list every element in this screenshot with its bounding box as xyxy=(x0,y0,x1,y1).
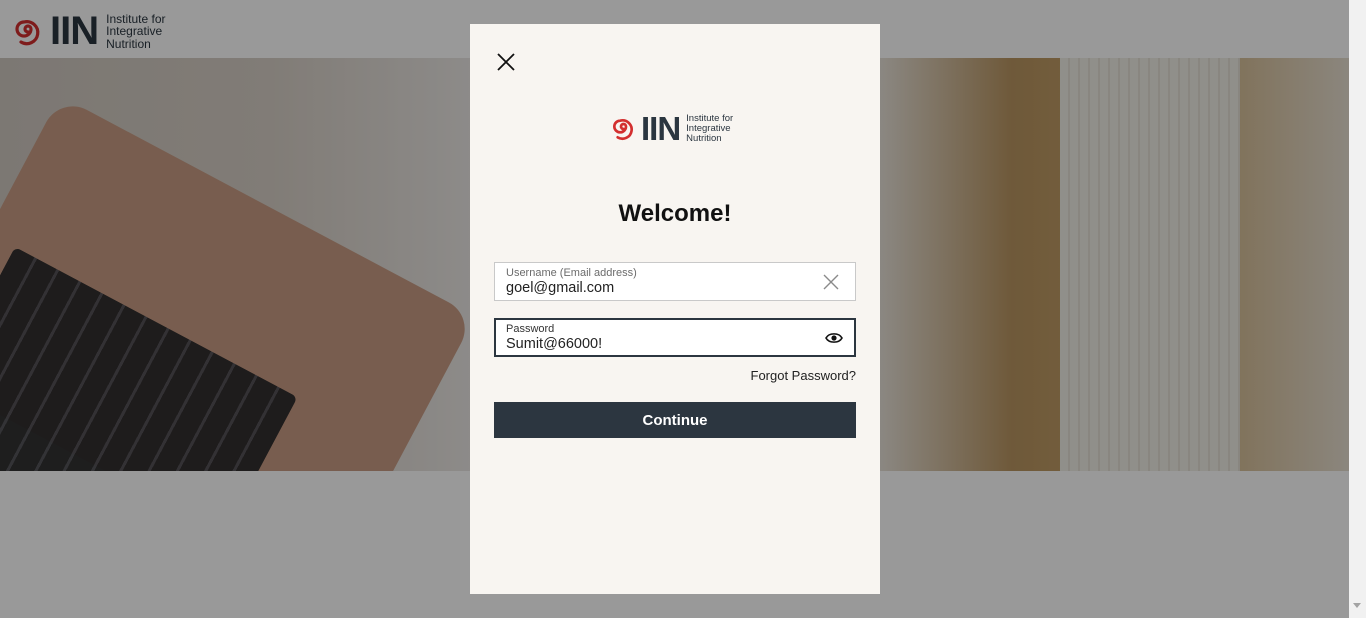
eye-icon[interactable] xyxy=(825,331,843,345)
page-scrollbar[interactable] xyxy=(1349,0,1366,618)
password-input[interactable] xyxy=(506,336,806,352)
forgot-password-link[interactable]: Forgot Password? xyxy=(751,368,857,383)
continue-button[interactable]: Continue xyxy=(494,402,856,438)
logo-wordmark: IIN xyxy=(641,110,681,147)
welcome-heading: Welcome! xyxy=(618,200,732,227)
username-input[interactable] xyxy=(506,280,806,296)
scroll-down-icon[interactable] xyxy=(1353,603,1361,608)
password-label: Password xyxy=(506,323,555,335)
close-icon[interactable] xyxy=(496,52,516,72)
username-field[interactable]: Username (Email address) xyxy=(494,262,856,301)
modal-logo: IIN Institute for Integrative Nutrition xyxy=(610,110,733,148)
clear-icon[interactable] xyxy=(823,274,839,290)
logo-tagline-line: Nutrition xyxy=(686,132,722,144)
spiral-logo-icon xyxy=(613,119,633,141)
login-modal: IIN Institute for Integrative Nutrition … xyxy=(470,24,880,594)
logo-tagline: Institute for Integrative Nutrition xyxy=(686,114,733,144)
username-label: Username (Email address) xyxy=(506,267,637,279)
password-field[interactable]: Password xyxy=(494,318,856,357)
